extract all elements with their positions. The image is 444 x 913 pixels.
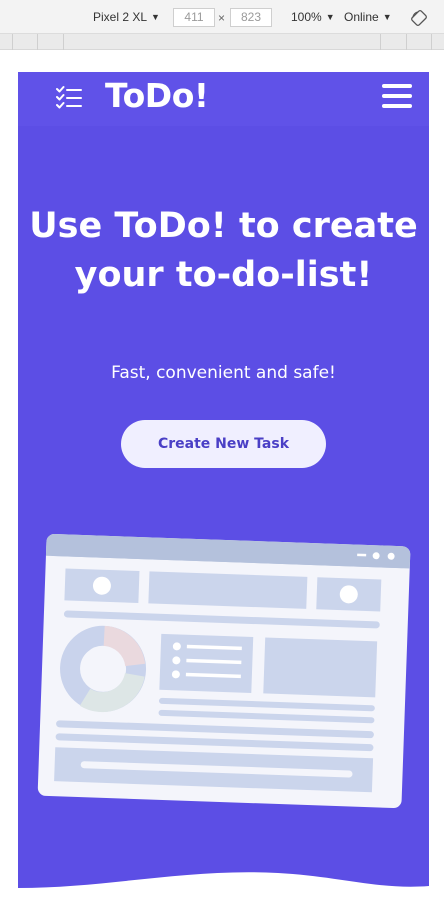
device-select[interactable]: Pixel 2 XL ▼: [93, 10, 160, 24]
ruler-mark: [380, 34, 381, 50]
hero-title: Use ToDo! to create your to-do-list!: [29, 206, 418, 295]
height-input[interactable]: 823: [230, 8, 272, 27]
checklist-icon: [56, 86, 82, 109]
brand-title[interactable]: ToDo!: [105, 76, 209, 115]
throttle-select[interactable]: Online ▼: [344, 10, 392, 24]
hero-subtitle: Fast, convenient and safe!: [111, 363, 336, 383]
device-viewport: ToDo! Use ToDo! to create your to-do-lis…: [18, 72, 429, 895]
ruler-mark: [431, 34, 432, 50]
width-input[interactable]: 411: [173, 8, 215, 27]
dashboard-illustration: [37, 534, 411, 809]
throttle-select-label: Online: [344, 10, 379, 24]
ruler-mark: [37, 34, 38, 50]
devtools-toolbar: Pixel 2 XL ▼ 411 × 823 100% ▼ Online ▼: [0, 0, 444, 34]
rotate-icon[interactable]: [411, 10, 427, 26]
chevron-down-icon: ▼: [325, 12, 335, 22]
navbar: ToDo!: [18, 72, 429, 126]
zoom-select[interactable]: 100% ▼: [291, 10, 335, 24]
chevron-down-icon: ▼: [382, 12, 392, 22]
chevron-down-icon: ▼: [151, 12, 160, 22]
ruler-mark: [406, 34, 407, 50]
ruler-mark: [12, 34, 13, 50]
zoom-select-label: 100%: [291, 10, 322, 24]
dimension-separator: ×: [218, 11, 226, 25]
footer-wave: [18, 872, 429, 895]
media-query-ruler[interactable]: [0, 34, 444, 50]
ruler-mark: [63, 34, 64, 50]
create-new-task-button[interactable]: Create New Task: [121, 420, 326, 468]
hamburger-menu-icon[interactable]: [382, 84, 414, 114]
device-select-label: Pixel 2 XL: [93, 10, 148, 24]
